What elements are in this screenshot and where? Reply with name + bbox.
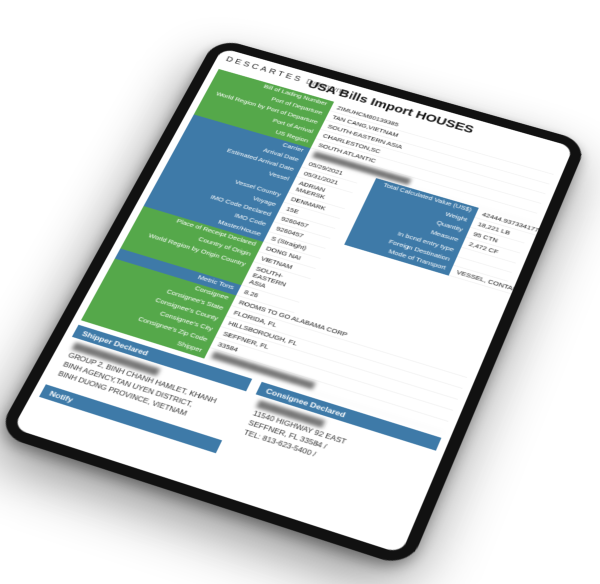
data-row: Consignee's CitySEFFNER, FL <box>92 289 457 411</box>
row-value: 33584 <box>210 337 453 422</box>
row-label: Consignee's City <box>92 289 220 337</box>
data-row: Consignee's CountyHILLSBOROUGH, FL <box>98 279 462 400</box>
row-value: ████████████████████ <box>204 348 448 433</box>
row-label: Consignee's Zip Code <box>87 299 215 347</box>
data-row: Shipper████████████████████ <box>81 310 448 433</box>
consignee-declared-body: ████████████ 11540 HIGHWAY 92 EASTSEFFNE… <box>234 394 436 496</box>
consignee-declared-header: Consignee Declared <box>256 382 442 451</box>
row-label: Shipper <box>81 310 210 359</box>
shipper-declared-body: ████████████████ GROUP 2, BINH CHANH HAM… <box>48 337 246 436</box>
tablet-frame: DESCARTESDatamyne USA Bills Import HOUSE… <box>0 37 588 568</box>
row-value: FLORIDA, FL <box>226 306 467 389</box>
data-row: Consignee's Zip Code33584 <box>87 299 453 421</box>
address-line: TEL: 813-623-5400 / <box>242 428 417 492</box>
shipper-name-blur: ████████████████ <box>71 342 239 402</box>
address-line: GROUP 2, BINH CHANH HAMLET, KHANH <box>66 351 234 412</box>
row-value: ROOMS TO GO ALABAMA CORP <box>231 295 472 377</box>
tablet-bezel: DESCARTESDatamyne USA Bills Import HOUSE… <box>0 37 588 568</box>
screen: DESCARTESDatamyne USA Bills Import HOUSE… <box>13 48 574 554</box>
row-value: SEFFNER, FL <box>215 327 458 411</box>
address-line: BINH AGENCY,TAN UYEN DISTRICT, <box>61 360 230 421</box>
address-line: 11540 HIGHWAY 92 EAST <box>251 409 425 472</box>
shipper-declared-header: Shipper Declared <box>72 325 252 392</box>
address-line: SEFFNER, FL 33584 / <box>246 418 420 481</box>
address-line: BINH DUONG PROVINCE, VIETNAM <box>56 369 225 430</box>
notify-header: Notify <box>39 384 222 453</box>
consignee-name-blur: ████████████ <box>255 399 428 462</box>
row-value: HILLSBOROUGH, FL <box>220 316 462 400</box>
